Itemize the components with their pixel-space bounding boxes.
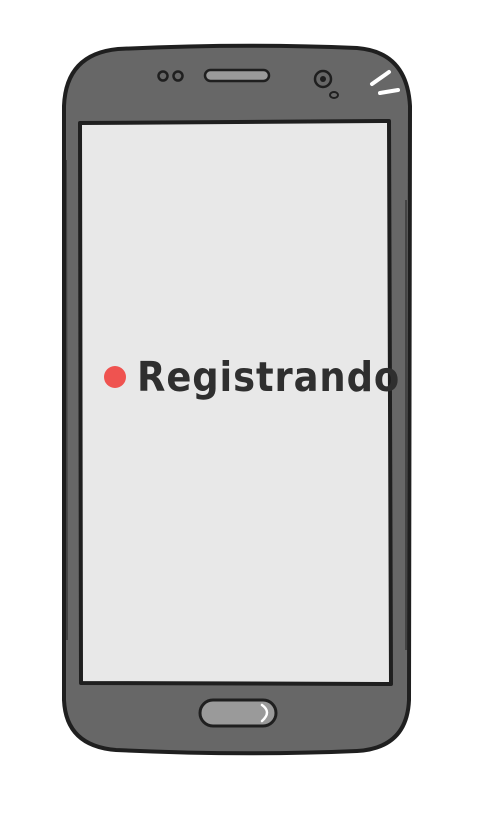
sensor-icon [157, 70, 169, 82]
sensor-icon [172, 70, 184, 82]
recording-status: Registrando [104, 349, 429, 405]
speaker-icon [203, 68, 271, 83]
recording-label: Registrando [137, 352, 401, 401]
home-button[interactable] [198, 698, 278, 728]
phone-edge-stroke-left [65, 159, 68, 641]
front-camera-lens-icon [320, 76, 326, 82]
camera-reflection-icon [329, 91, 339, 99]
recording-dot-icon [104, 366, 126, 388]
phone-illustration [62, 43, 412, 756]
